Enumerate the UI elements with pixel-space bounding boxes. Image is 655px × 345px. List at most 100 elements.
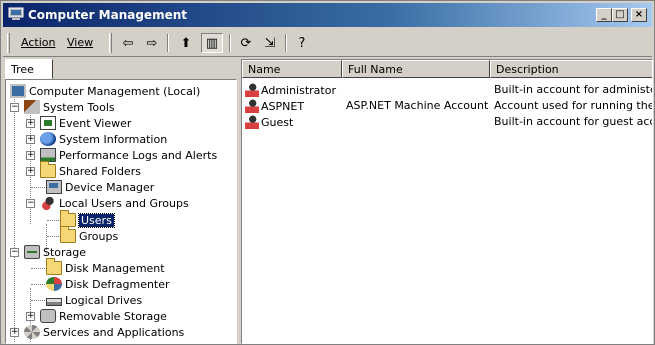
user-icon [245, 99, 259, 113]
minimize-button[interactable]: _ [596, 8, 612, 22]
forward-button[interactable]: ⇨ [141, 33, 163, 53]
full-name-cell: ASP.NET Machine Account [346, 99, 488, 112]
disk-management-icon [46, 258, 62, 275]
user-name: Guest [261, 115, 294, 129]
help-icon: ? [298, 35, 306, 51]
list-row-aspnet[interactable]: ASPNET ASP.NET Machine Account Account u… [242, 98, 652, 114]
tree-node-logical-drives[interactable]: Logical Drives [46, 292, 142, 308]
folder-open-icon [60, 210, 76, 227]
toolbar-grip[interactable] [7, 33, 10, 53]
tree-node-label: Disk Defragmenter [65, 277, 170, 291]
toolbar-separator [285, 34, 287, 52]
drive-icon [46, 297, 62, 306]
tree-node-label: Computer Management (Local) [29, 84, 201, 98]
name-cell: Administrator [245, 83, 341, 97]
tree-node-label: System Information [59, 132, 168, 146]
storage-icon [24, 245, 40, 259]
description-cell: Built-in account for administerir [494, 83, 653, 96]
shared-folders-icon [40, 161, 56, 178]
system-info-icon [40, 132, 56, 146]
computer-management-icon [8, 7, 24, 21]
tree-node-label: Removable Storage [59, 309, 167, 323]
computer-icon [10, 84, 26, 98]
tree-node-storage[interactable]: Storage [24, 244, 86, 260]
tree-connector [31, 284, 45, 285]
tree-node-label: Shared Folders [59, 164, 141, 178]
tree-tab[interactable]: Tree [5, 59, 53, 79]
refresh-icon: ⟳ [240, 35, 252, 51]
tree-connector [47, 220, 59, 221]
toolbar: Action View ⇦ ⇨ ⬆ ▥ ⟳ ⇲ ? [3, 29, 652, 57]
tree-node-label: Logical Drives [65, 293, 143, 307]
description-cell: Built-in account for guest acce: [494, 115, 653, 128]
tree-node-device-manager[interactable]: Device Manager [46, 179, 154, 195]
export-list-icon: ⇲ [264, 35, 276, 51]
up-folder-icon: ⬆ [180, 35, 192, 51]
tree-node-label: Local Users and Groups [59, 196, 189, 210]
menu-action-label: Action [21, 36, 56, 49]
toolbar-grip-2[interactable] [109, 33, 112, 53]
details-list[interactable]: Name Full Name Description Administrator… [241, 59, 653, 344]
tree-node-services-applications[interactable]: Services and Applications [24, 324, 184, 340]
tree-node-label: Disk Management [65, 261, 165, 275]
defrag-icon [46, 277, 62, 291]
tree-view[interactable]: Computer Management (Local) − System Too… [5, 79, 237, 344]
back-arrow-icon: ⇦ [122, 35, 134, 51]
tree-node-system-information[interactable]: System Information [40, 131, 167, 147]
close-button[interactable]: × [631, 8, 647, 22]
expand-toggle-services-applications[interactable]: + [10, 328, 19, 337]
tree-connector [14, 96, 15, 343]
tree-node-removable-storage[interactable]: Removable Storage [40, 308, 167, 324]
tree-node-disk-management[interactable]: Disk Management [46, 258, 165, 276]
list-row-administrator[interactable]: Administrator Built-in account for admin… [242, 82, 653, 98]
menu-view[interactable]: View [67, 36, 93, 49]
device-manager-icon [46, 180, 62, 194]
menu-view-label: View [67, 36, 94, 49]
tree-connector [31, 187, 45, 188]
show-hide-tree-button[interactable]: ▥ [201, 33, 223, 53]
folder-icon [60, 226, 76, 243]
tree-node-computer-management[interactable]: Computer Management (Local) [10, 83, 200, 99]
services-icon [24, 325, 40, 339]
expand-toggle-performance-logs[interactable]: + [26, 151, 35, 160]
tree-node-label: Storage [43, 245, 87, 259]
user-icon [245, 115, 259, 129]
maximize-button[interactable]: □ [612, 8, 628, 22]
forward-arrow-icon: ⇨ [146, 35, 158, 51]
collapse-toggle-storage[interactable]: − [10, 248, 19, 257]
title-bar[interactable]: Computer Management _ □ × [3, 3, 652, 27]
tree-node-performance-logs[interactable]: Performance Logs and Alerts [40, 147, 217, 163]
column-header-name[interactable]: Name [242, 60, 342, 78]
collapse-toggle-local-users-groups[interactable]: − [26, 199, 35, 208]
tree-pane: Tree Computer Management (Local) − Syste… [3, 59, 237, 344]
export-list-button[interactable]: ⇲ [259, 33, 281, 53]
tree-node-label: Event Viewer [59, 116, 132, 130]
tree-node-shared-folders[interactable]: Shared Folders [40, 161, 141, 179]
collapse-toggle-system-tools[interactable]: − [10, 103, 19, 112]
tree-node-label: Groups [79, 229, 119, 243]
user-name: Administrator [261, 83, 336, 97]
column-header-description[interactable]: Description [490, 60, 652, 78]
event-viewer-icon [40, 116, 56, 130]
tree-node-system-tools[interactable]: System Tools [24, 99, 115, 115]
expand-toggle-removable-storage[interactable]: + [26, 312, 35, 321]
name-cell: ASPNET [245, 99, 341, 113]
tree-node-disk-defragmenter[interactable]: Disk Defragmenter [46, 276, 170, 292]
tree-node-local-users-groups[interactable]: Local Users and Groups [40, 195, 189, 211]
column-header-full-name[interactable]: Full Name [342, 60, 490, 78]
expand-toggle-shared-folders[interactable]: + [26, 167, 35, 176]
back-button[interactable]: ⇦ [117, 33, 139, 53]
tree-node-label: Services and Applications [43, 325, 185, 339]
refresh-button[interactable]: ⟳ [235, 33, 257, 53]
help-button[interactable]: ? [291, 33, 313, 53]
expand-toggle-event-viewer[interactable]: + [26, 119, 35, 128]
list-row-guest[interactable]: Guest Built-in account for guest acce: [242, 114, 653, 130]
tree-node-groups[interactable]: Groups [60, 226, 119, 244]
name-cell: Guest [245, 115, 341, 129]
up-one-level-button[interactable]: ⬆ [175, 33, 197, 53]
tree-node-event-viewer[interactable]: Event Viewer [40, 115, 131, 131]
window-title: Computer Management [28, 8, 187, 22]
menu-action[interactable]: Action [21, 36, 55, 49]
tree-node-label: Device Manager [65, 180, 155, 194]
expand-toggle-system-information[interactable]: + [26, 135, 35, 144]
